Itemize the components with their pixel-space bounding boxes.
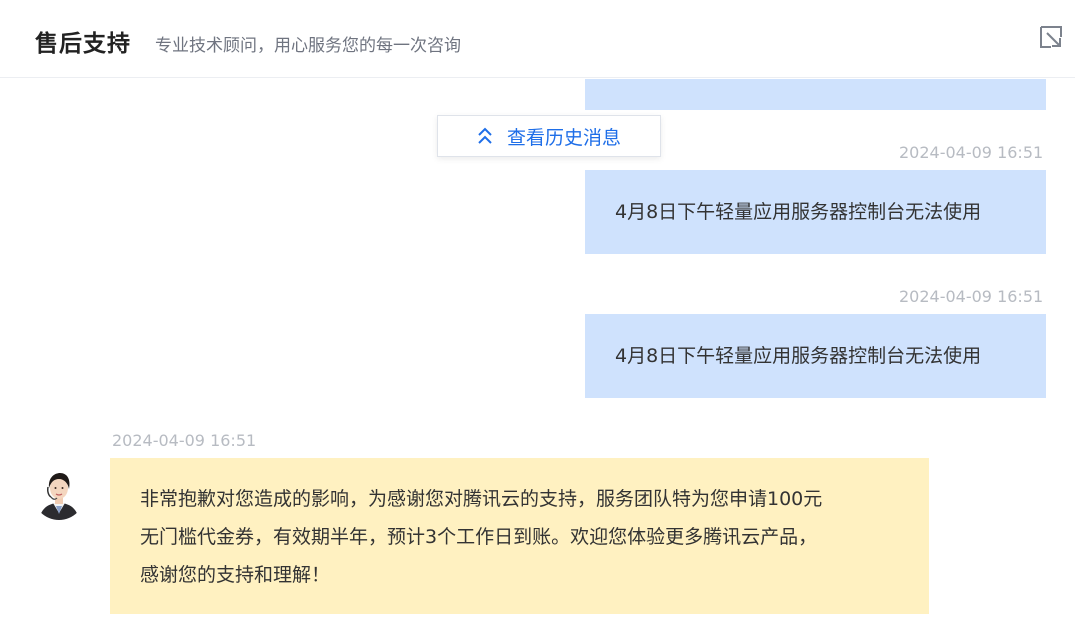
double-chevron-up-icon — [478, 127, 492, 144]
minimize-icon[interactable] — [1038, 24, 1064, 50]
message-text: 4月8日下午轻量应用服务器控制台无法使用 — [615, 201, 982, 223]
view-history-button[interactable]: 查看历史消息 — [437, 115, 661, 157]
message-text: 4月8日下午轻量应用服务器控制台无法使用 — [615, 345, 982, 367]
message-bubble-partial — [585, 79, 1046, 110]
message-text-line: 非常抱歉对您造成的影响，为感谢您对腾讯云的支持，服务团队特为您申请100元 — [140, 488, 823, 510]
message-text-line: 感谢您的支持和理解！ — [140, 564, 331, 586]
user-message-bubble: 4月8日下午轻量应用服务器控制台无法使用 — [585, 170, 1046, 254]
page-subtitle: 专业技术顾问，用心服务您的每一次咨询 — [155, 36, 461, 56]
chat-area[interactable]: 查看历史消息 2024-04-09 16:51 4月8日下午轻量应用服务器控制台… — [0, 79, 1075, 643]
message-timestamp: 2024-04-09 16:51 — [112, 431, 257, 450]
chat-header: 售后支持 专业技术顾问，用心服务您的每一次咨询 — [0, 0, 1075, 78]
agent-avatar — [33, 468, 85, 520]
message-timestamp: 2024-04-09 16:51 — [899, 287, 1044, 306]
agent-message-bubble: 非常抱歉对您造成的影响，为感谢您对腾讯云的支持，服务团队特为您申请100元 无门… — [110, 458, 929, 614]
user-message-bubble: 4月8日下午轻量应用服务器控制台无法使用 — [585, 314, 1046, 398]
message-text-line: 无门槛代金券，有效期半年，预计3个工作日到账。欢迎您体验更多腾讯云产品， — [140, 526, 818, 548]
page-title: 售后支持 — [35, 31, 131, 57]
view-history-label: 查看历史消息 — [506, 126, 621, 149]
message-timestamp: 2024-04-09 16:51 — [899, 143, 1044, 162]
